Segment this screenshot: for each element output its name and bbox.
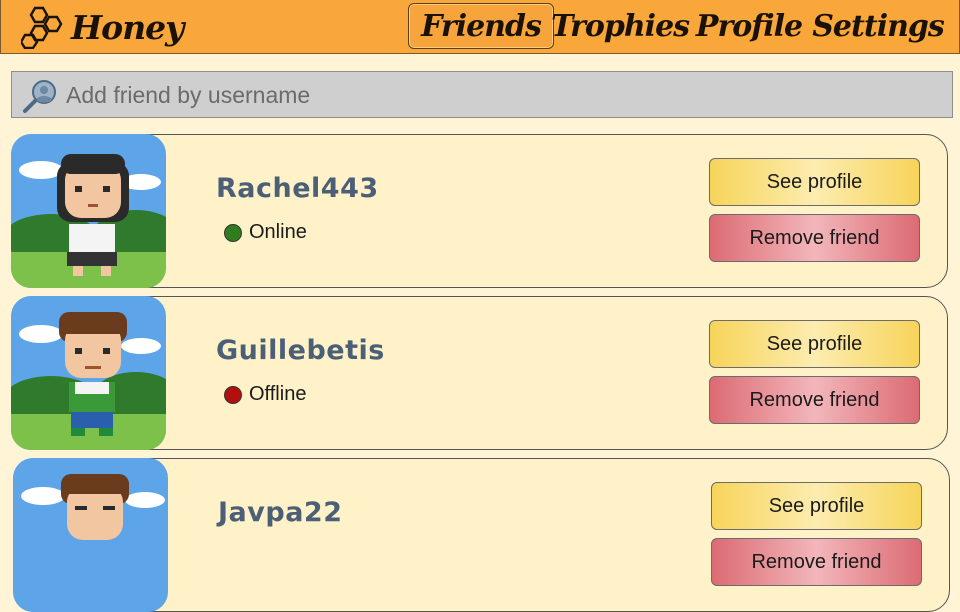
online-status-icon [224,223,242,242]
offline-status-icon [224,385,242,404]
tab-settings[interactable]: Settings [812,3,945,49]
add-friend-input[interactable] [66,78,926,112]
search-icon [23,80,56,113]
status-label: Offline [249,383,307,405]
friend-status: Online [224,221,307,244]
friend-avatar [11,296,166,450]
friend-username[interactable]: Guillebetis [216,335,385,366]
honeycomb-icon [21,6,63,49]
remove-friend-button[interactable]: Remove friend [709,376,920,424]
friend-card: Rachel443 Online See profile Remove frie… [11,134,948,288]
top-navigation-bar: Honey Friends Trophies Profile Settings [0,0,960,54]
friend-avatar [13,458,168,612]
see-profile-button[interactable]: See profile [709,320,920,368]
remove-friend-button[interactable]: Remove friend [711,538,922,586]
remove-friend-button[interactable]: Remove friend [709,214,920,262]
see-profile-button[interactable]: See profile [709,158,920,206]
tab-profile[interactable]: Profile [696,3,803,49]
tab-friends[interactable]: Friends [408,3,554,49]
friend-username[interactable]: Javpa22 [218,497,343,528]
add-friend-search-bar [11,71,953,118]
see-profile-button[interactable]: See profile [711,482,922,530]
friend-card: Javpa22 See profile Remove friend [13,458,950,612]
friend-card: Guillebetis Offline See profile Remove f… [11,296,948,450]
app-name: Honey [71,7,184,47]
friend-username[interactable]: Rachel443 [216,173,379,204]
app-logo[interactable]: Honey [21,4,184,50]
tab-trophies[interactable]: Trophies [551,3,690,49]
friend-avatar [11,134,166,288]
friend-status: Offline [224,383,306,406]
status-label: Online [249,221,307,243]
